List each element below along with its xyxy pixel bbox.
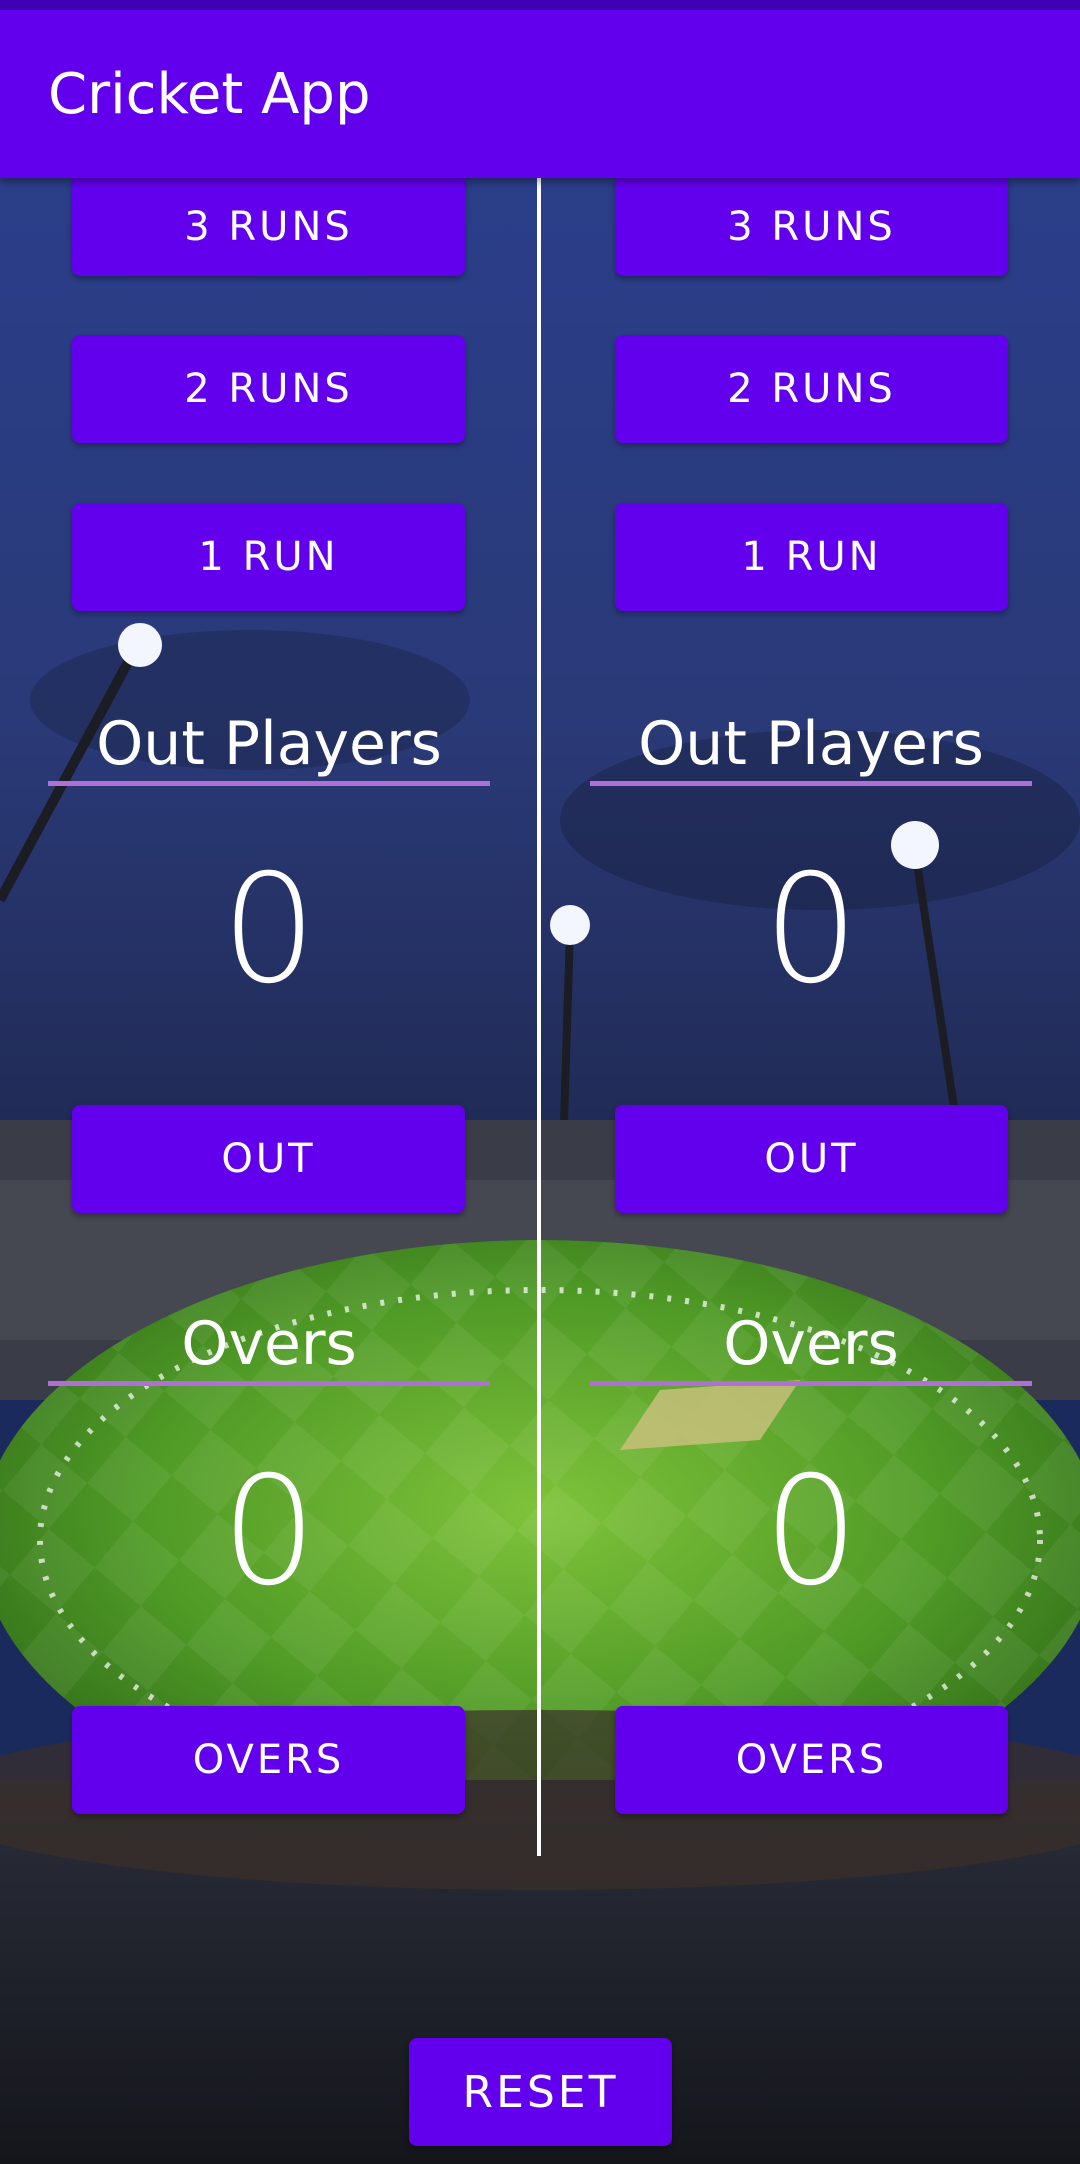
team-right-out-button[interactable]: OUT <box>615 1105 1008 1213</box>
team-right-3-runs-button[interactable]: 3 RUNS <box>615 178 1008 276</box>
team-left-out-button[interactable]: OUT <box>72 1105 465 1213</box>
reset-button[interactable]: RESET <box>409 2038 672 2146</box>
team-right-out-players-count: 0 <box>763 843 859 1017</box>
team-right-overs-underline <box>590 1381 1032 1386</box>
team-left-2-runs-button[interactable]: 2 RUNS <box>72 335 465 443</box>
team-left-1-run-button[interactable]: 1 RUN <box>72 503 465 611</box>
team-left-overs-underline <box>48 1381 490 1386</box>
app-bar: Cricket App <box>0 10 1080 178</box>
team-left-overs-label: Overs <box>181 1309 357 1379</box>
team-right-out-players-label: Out Players <box>638 709 984 779</box>
status-bar <box>0 0 1080 10</box>
team-right-out-players-underline <box>590 781 1032 786</box>
team-left-out-players-label: Out Players <box>96 709 442 779</box>
team-left-overs-button[interactable]: OVERS <box>72 1706 465 1814</box>
team-left-3-runs-button[interactable]: 3 RUNS <box>72 178 465 276</box>
team-right-overs-count: 0 <box>763 1445 859 1619</box>
team-right-overs-label: Overs <box>723 1309 899 1379</box>
team-divider <box>537 178 541 1856</box>
team-left-out-players-count: 0 <box>221 843 317 1017</box>
team-right-2-runs-button[interactable]: 2 RUNS <box>615 335 1008 443</box>
team-right-overs-button[interactable]: OVERS <box>615 1706 1008 1814</box>
team-left-overs-count: 0 <box>221 1445 317 1619</box>
team-right-1-run-button[interactable]: 1 RUN <box>615 503 1008 611</box>
app-title: Cricket App <box>48 62 371 127</box>
team-left-out-players-underline <box>48 781 490 786</box>
